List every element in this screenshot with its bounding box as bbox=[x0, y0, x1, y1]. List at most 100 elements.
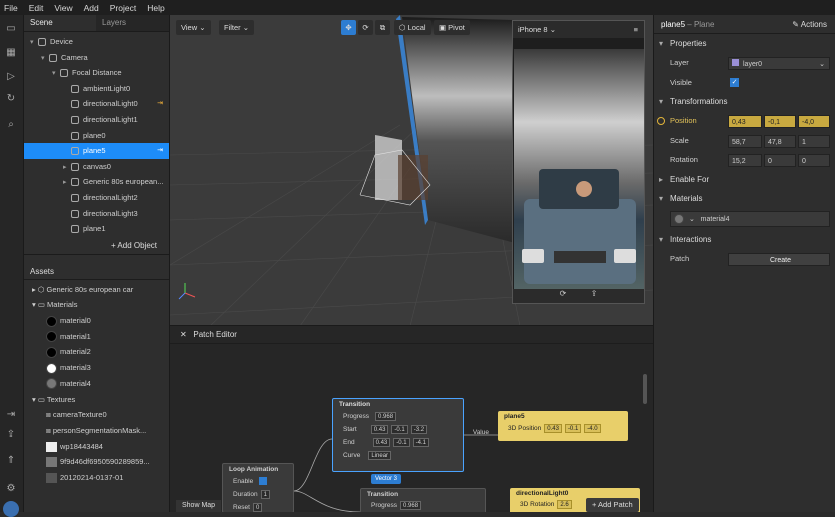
rotate-tool-icon[interactable]: ⟳ bbox=[358, 20, 373, 35]
vector3-output[interactable]: Vector 3 bbox=[371, 474, 402, 484]
library-icon[interactable]: ▦ bbox=[5, 47, 17, 59]
device-selector[interactable]: iPhone 8 ⌄ ≡ bbox=[513, 21, 644, 38]
layout-icon[interactable]: ▭ bbox=[5, 23, 17, 35]
asset-item[interactable]: material3 bbox=[24, 360, 169, 376]
transition2-node[interactable]: Transition Progress 0.968 bbox=[360, 488, 486, 512]
layer-dropdown[interactable]: layer0 ⌄ bbox=[728, 57, 830, 70]
send-icon[interactable]: ⇪ bbox=[591, 289, 598, 298]
plane5-node[interactable]: plane5 3D Position 0.43 -0.1 -4.0 bbox=[498, 411, 628, 441]
chevron-icon[interactable]: ▸ bbox=[63, 160, 71, 176]
scene-item[interactable]: plane1 bbox=[24, 221, 169, 237]
menu-view[interactable]: View bbox=[54, 3, 72, 13]
asset-item[interactable]: 20120214-0137-01 bbox=[24, 470, 169, 486]
scale-x[interactable]: 58,7 bbox=[728, 134, 762, 148]
duration-field[interactable]: 1 bbox=[260, 489, 270, 499]
local-toggle[interactable]: ⬡ Local bbox=[394, 20, 431, 35]
share-icon[interactable]: ⇪ bbox=[5, 429, 17, 441]
position-x[interactable]: 0,43 bbox=[728, 115, 762, 128]
upload-icon[interactable]: ⇑ bbox=[5, 455, 17, 467]
scene-item[interactable]: ▸ canvas0 bbox=[24, 159, 169, 175]
enable-checkbox[interactable] bbox=[259, 477, 268, 486]
keyframe-icon[interactable] bbox=[657, 117, 665, 125]
chevron-icon[interactable]: ▸ bbox=[63, 175, 71, 191]
scene-item[interactable]: ambientLight0 bbox=[24, 81, 169, 97]
move-tool-icon[interactable]: ✥ bbox=[341, 20, 356, 35]
rotation-x[interactable]: 15,2 bbox=[728, 154, 762, 167]
menu-project[interactable]: Project bbox=[110, 3, 136, 13]
avatar[interactable] bbox=[3, 501, 19, 517]
reload-icon[interactable]: ⟳ bbox=[560, 289, 567, 298]
material-dropdown[interactable]: ⌄ material4 bbox=[670, 210, 830, 227]
plane5-y[interactable]: -0.1 bbox=[564, 423, 582, 433]
refresh-icon[interactable]: ↻ bbox=[5, 93, 17, 105]
visible-checkbox[interactable]: ✓ bbox=[730, 77, 739, 87]
settings-icon[interactable]: ⚙ bbox=[5, 483, 17, 495]
asset-item[interactable]: material0 bbox=[24, 313, 169, 329]
pivot-toggle[interactable]: ▣ Pivot bbox=[434, 20, 470, 35]
add-patch-button[interactable]: + Add Patch bbox=[586, 498, 639, 512]
scene-item[interactable]: ▾ Device bbox=[24, 34, 169, 50]
section-materials[interactable]: Materials bbox=[654, 189, 835, 208]
show-map-button[interactable]: Show Map bbox=[176, 500, 222, 512]
plane5-x[interactable]: 0.43 bbox=[544, 423, 562, 433]
section-enable-for[interactable]: Enable For bbox=[654, 170, 835, 189]
transition-node[interactable]: Transition Progress 0.968 Start 0.43 -0.1 -3… bbox=[332, 398, 489, 472]
position-z[interactable]: -4,0 bbox=[798, 115, 830, 128]
asset-item[interactable]: material1 bbox=[24, 329, 169, 345]
curve-dropdown[interactable]: Linear bbox=[368, 450, 392, 460]
start-x-field[interactable]: 0.43 bbox=[370, 424, 389, 434]
search-icon[interactable]: ⌕ bbox=[5, 119, 17, 131]
create-patch-button[interactable]: Create bbox=[728, 252, 830, 266]
loop-animation-node[interactable]: Loop Animation Enable Duration 1 Reset 0 bbox=[222, 463, 294, 512]
menu-add[interactable]: Add bbox=[84, 3, 99, 13]
scene-item[interactable]: directionalLight2 bbox=[24, 190, 169, 206]
scene-item[interactable]: ▸ Generic 80s european... bbox=[24, 174, 169, 190]
scene-item[interactable]: directionalLight1 bbox=[24, 112, 169, 128]
end-y-field[interactable]: -0.1 bbox=[393, 437, 410, 447]
viewport[interactable]: View ⌄ Filter ⌄ ✥ ⟳ ⧉ ⬡ Local ▣ Pivot iP… bbox=[170, 15, 653, 326]
asset-item[interactable]: 9f9d46df6950590289859... bbox=[24, 454, 169, 470]
section-interactions[interactable]: Interactions bbox=[654, 230, 835, 249]
asset-item[interactable]: wp18443484 bbox=[24, 439, 169, 455]
progress-field[interactable]: 0.968 bbox=[375, 411, 397, 421]
device-preview[interactable]: iPhone 8 ⌄ ≡ ⟳ ⇪ bbox=[512, 20, 645, 304]
menu-icon[interactable]: ≡ bbox=[634, 21, 638, 38]
view-dropdown[interactable]: View ⌄ bbox=[176, 20, 211, 35]
menu-help[interactable]: Help bbox=[147, 3, 164, 13]
scale-z[interactable]: 1 bbox=[798, 134, 830, 148]
add-object-button[interactable]: + Add Object bbox=[24, 237, 169, 255]
start-z-field[interactable]: -3.2 bbox=[410, 424, 428, 434]
dlight-val[interactable]: 2.6 bbox=[557, 499, 572, 509]
progress2-field[interactable]: 0.968 bbox=[400, 500, 422, 510]
scene-item[interactable]: directionalLight0 ⇥ bbox=[24, 96, 169, 112]
end-z-field[interactable]: -4.1 bbox=[412, 437, 429, 447]
position-y[interactable]: -0,1 bbox=[764, 115, 796, 128]
plane5-z[interactable]: -4.0 bbox=[584, 423, 601, 433]
patch-scrollbar[interactable] bbox=[643, 374, 647, 404]
scene-item[interactable]: plane0 bbox=[24, 128, 169, 144]
patch-link-icon[interactable]: ⇥ bbox=[157, 96, 163, 112]
section-transformations[interactable]: Transformations bbox=[654, 92, 835, 111]
rotation-y[interactable]: 0 bbox=[764, 154, 796, 167]
section-properties[interactable]: Properties bbox=[654, 34, 835, 53]
export-icon[interactable]: ⇥ bbox=[5, 409, 17, 421]
asset-item[interactable]: ▾ ▭ Materials bbox=[24, 297, 169, 313]
scene-item[interactable]: ▾ Camera bbox=[24, 50, 169, 66]
asset-item[interactable]: ▾ ▭ Textures bbox=[24, 392, 169, 408]
close-icon[interactable]: ✕ bbox=[180, 330, 187, 339]
patch-editor[interactable]: ✕ Patch Editor Transition Progress 0.968 … bbox=[170, 326, 653, 512]
asset-item[interactable]: material4 bbox=[24, 376, 169, 392]
scene-item[interactable]: ▾ Focal Distance bbox=[24, 65, 169, 81]
actions-button[interactable]: ✎ Actions bbox=[792, 15, 827, 34]
asset-item[interactable]: ▸ ⬡ Generic 80s european car bbox=[24, 282, 169, 298]
start-y-field[interactable]: -0.1 bbox=[391, 424, 408, 434]
scale-tool-icon[interactable]: ⧉ bbox=[375, 20, 390, 35]
reset-field[interactable]: 0 bbox=[252, 502, 263, 512]
scale-y[interactable]: 47,8 bbox=[764, 134, 796, 148]
menu-file[interactable]: File bbox=[4, 3, 18, 13]
filter-dropdown[interactable]: Filter ⌄ bbox=[219, 20, 255, 35]
scene-item[interactable]: plane5 ⇥ bbox=[24, 143, 169, 159]
end-x-field[interactable]: 0.43 bbox=[372, 437, 391, 447]
tab-layers[interactable]: Layers bbox=[96, 15, 168, 31]
chevron-icon[interactable]: ▾ bbox=[30, 35, 38, 51]
